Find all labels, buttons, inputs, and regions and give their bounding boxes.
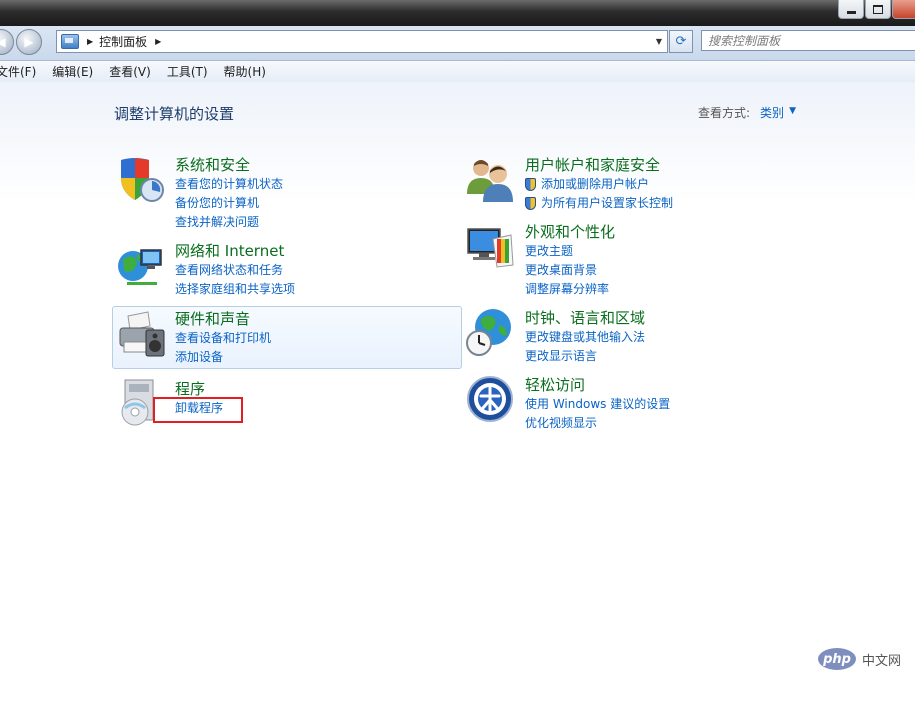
control-panel-icon [61,34,79,49]
watermark-text: 中文网 [862,653,902,669]
view-by: 查看方式: 类别 ▼ [698,104,796,121]
address-dropdown-icon[interactable]: ▼ [651,31,667,52]
category-title[interactable]: 外观和个性化 [525,221,615,242]
network-globe-icon [118,249,162,285]
page-title: 调整计算机的设置 [114,105,235,123]
link-recommended-settings[interactable]: 使用 Windows 建议的设置 [525,395,670,414]
breadcrumb-control-panel[interactable]: 控制面板 [99,33,147,50]
category-title[interactable]: 硬件和声音 [175,308,250,329]
address-toolbar: ◀ ▶ ▶ 控制面板 ▶ ▼ ⟳ 搜索控制面板 [0,26,915,61]
link-parental-controls[interactable]: 为所有用户设置家长控制 [525,194,673,213]
control-panel-content: 调整计算机的设置 查看方式: 类别 ▼ 系统和安全 查看您的计算机状态 备份您的… [0,82,915,701]
view-by-dropdown[interactable]: 类别 [760,104,784,121]
breadcrumb-arrow-icon[interactable]: ▶ [87,37,93,46]
menu-view[interactable]: 查看(V) [109,63,151,80]
category-hardware-sound: 硬件和声音 查看设备和打印机 添加设备 [112,306,462,369]
refresh-button[interactable]: ⟳ [669,30,693,53]
category-network-internet: 网络和 Internet 查看网络状态和任务 选择家庭组和共享选项 [113,240,461,306]
menu-tools[interactable]: 工具(T) [167,63,208,80]
link-troubleshoot[interactable]: 查找并解决问题 [175,213,283,232]
monitor-palette-icon [467,228,514,268]
category-user-accounts: 用户帐户和家庭安全 添加或删除用户帐户 为所有用户设置家长控制 [463,154,811,220]
view-by-label: 查看方式: [698,106,751,120]
category-title[interactable]: 系统和安全 [175,154,250,175]
category-clock-language-region: 时钟、语言和区域 更改键盘或其他输入法 更改显示语言 [463,307,811,373]
link-add-device[interactable]: 添加设备 [175,348,271,367]
menu-file[interactable]: 文件(F) [0,63,36,80]
forward-button[interactable]: ▶ [16,29,42,55]
link-optimize-video[interactable]: 优化视频显示 [525,414,670,433]
search-input[interactable]: 搜索控制面板 [701,30,915,51]
category-ease-of-access: 轻松访问 使用 Windows 建议的设置 优化视频显示 [463,374,811,440]
category-title[interactable]: 网络和 Internet [175,240,284,261]
breadcrumb-arrow-icon[interactable]: ▶ [155,37,161,46]
php-logo: php [818,648,856,670]
link-change-display-language[interactable]: 更改显示语言 [525,347,645,366]
link-change-theme[interactable]: 更改主题 [525,242,609,261]
close-button[interactable] [892,0,915,19]
maximize-icon [873,4,883,14]
php-watermark: php 中文网 [818,648,901,670]
link-add-remove-accounts[interactable]: 添加或删除用户帐户 [525,175,673,194]
category-title[interactable]: 程序 [175,378,205,399]
link-homegroup-sharing[interactable]: 选择家庭组和共享选项 [175,280,295,299]
uac-shield-icon [525,178,536,191]
users-icon [467,160,513,202]
maximize-button[interactable] [865,0,891,19]
menu-help[interactable]: 帮助(H) [224,63,266,80]
category-title[interactable]: 时钟、语言和区域 [525,307,645,328]
link-change-keyboard[interactable]: 更改键盘或其他输入法 [525,328,645,347]
back-button[interactable]: ◀ [0,29,14,55]
link-screen-resolution[interactable]: 调整屏幕分辨率 [525,280,609,299]
title-bar [0,0,915,26]
printer-speaker-icon [119,311,165,357]
menu-edit[interactable]: 编辑(E) [52,63,93,80]
menu-bar: 文件(F) 编辑(E) 查看(V) 工具(T) 帮助(H) [0,61,915,83]
refresh-icon: ⟳ [675,34,687,49]
link-devices-printers[interactable]: 查看设备和打印机 [175,329,271,348]
link-view-computer-status[interactable]: 查看您的计算机状态 [175,175,283,194]
link-network-status[interactable]: 查看网络状态和任务 [175,261,295,280]
uac-shield-icon [525,197,536,210]
ease-of-access-icon [467,376,513,422]
highlight-annotation [153,397,243,423]
link-backup-computer[interactable]: 备份您的计算机 [175,194,283,213]
link-text[interactable]: 添加或删除用户帐户 [541,175,649,194]
address-bar[interactable]: ▶ 控制面板 ▶ ▼ [56,30,668,53]
link-text[interactable]: 为所有用户设置家长控制 [541,194,673,213]
security-shield-icon [121,158,164,202]
clock-globe-icon [466,309,511,356]
forward-arrow-icon: ▶ [24,35,34,49]
minimize-icon [846,10,856,14]
chevron-down-icon[interactable]: ▼ [789,106,796,121]
back-arrow-icon: ◀ [0,35,6,49]
category-appearance: 外观和个性化 更改主题 更改桌面背景 调整屏幕分辨率 [463,221,811,296]
category-title[interactable]: 轻松访问 [525,374,585,395]
category-system-security: 系统和安全 查看您的计算机状态 备份您的计算机 查找并解决问题 [113,154,461,229]
minimize-button[interactable] [838,0,864,19]
category-title[interactable]: 用户帐户和家庭安全 [525,154,660,175]
link-change-background[interactable]: 更改桌面背景 [525,261,609,280]
